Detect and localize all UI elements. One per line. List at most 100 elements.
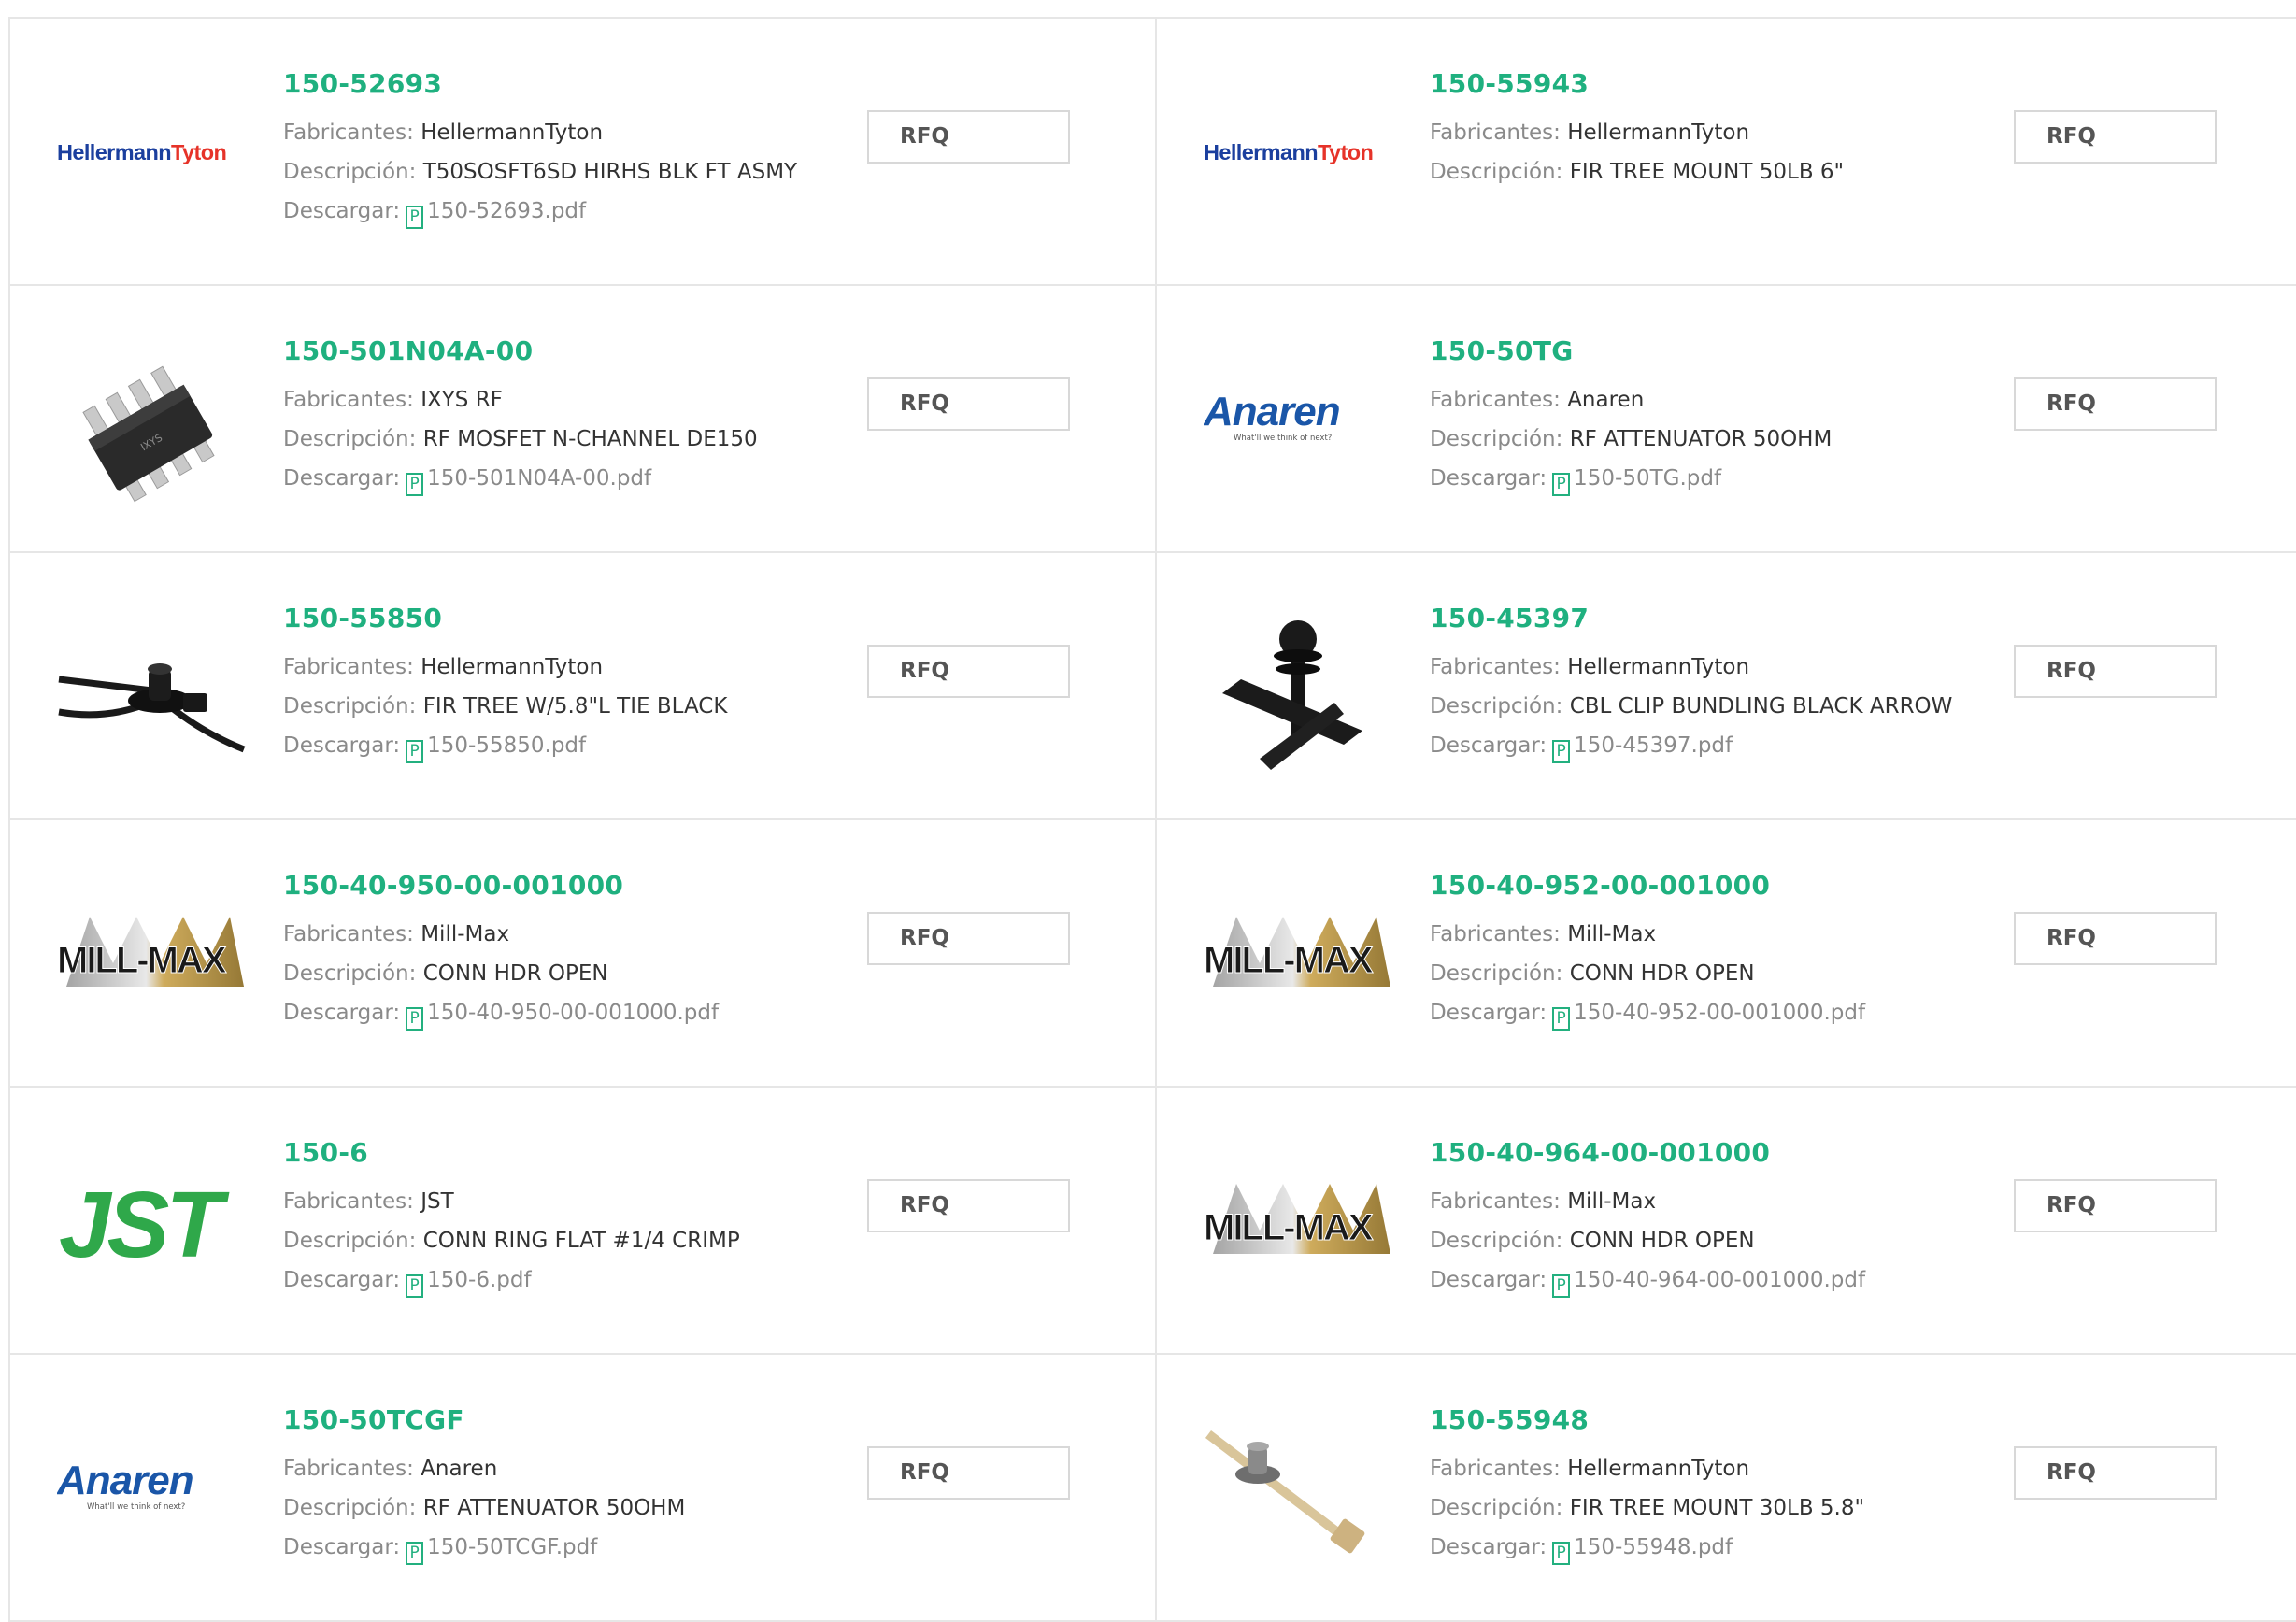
mill-max-logo: MILL-MAX [1204, 916, 1390, 987]
manufacturer-row: Fabricantes: HellermannTyton [1430, 647, 2009, 687]
datasheet-link[interactable]: 150-55850.pdf [427, 733, 586, 758]
product-image[interactable] [1204, 590, 1395, 782]
description-row: Descripción: FIR TREE MOUNT 30LB 5.8" [1430, 1488, 2009, 1528]
product-image[interactable] [57, 590, 249, 782]
part-number-link[interactable]: 150-501N04A-00 [283, 333, 863, 370]
download-label: Descargar: [283, 1268, 401, 1292]
description-value: CONN HDR OPEN [422, 961, 608, 986]
product-card: 150-55948 Fabricantes: HellermannTyton D… [1157, 1355, 2296, 1622]
part-number-link[interactable]: 150-40-952-00-001000 [1430, 867, 2009, 904]
datasheet-link[interactable]: 150-45397.pdf [1574, 733, 1733, 758]
svg-text:What'll we think of next?: What'll we think of next? [1234, 434, 1332, 443]
description-row: Descripción: CONN HDR OPEN [1430, 954, 2009, 993]
rfq-button[interactable]: RFQ [867, 1446, 1070, 1500]
pdf-icon[interactable]: P [1552, 740, 1571, 763]
datasheet-link[interactable]: 150-52693.pdf [427, 199, 586, 223]
rfq-button[interactable]: RFQ [2014, 645, 2217, 698]
hellermanntyton-logo: HellermannTyton [1204, 140, 1374, 164]
pdf-icon[interactable]: P [406, 1274, 424, 1298]
description-value: RF MOSFET N-CHANNEL DE150 [422, 427, 758, 451]
product-grid: HellermannTyton 150-52693 Fabricantes: H… [8, 17, 2296, 1622]
part-number-link[interactable]: 150-6 [283, 1134, 863, 1172]
datasheet-link[interactable]: 150-40-952-00-001000.pdf [1574, 1001, 1865, 1025]
manufacturer-label: Fabricantes: [1430, 922, 1561, 946]
product-image[interactable]: MILL-MAX [57, 858, 249, 1049]
product-image[interactable]: MILL-MAX [1204, 858, 1395, 1049]
pdf-icon[interactable]: P [406, 206, 424, 229]
datasheet-link[interactable]: 150-50TCGF.pdf [427, 1535, 597, 1559]
pdf-icon[interactable]: P [1552, 1542, 1571, 1565]
datasheet-link[interactable]: 150-50TG.pdf [1574, 466, 1721, 491]
description-value: RF ATTENUATOR 50OHM [422, 1496, 686, 1520]
manufacturer-value: HellermannTyton [421, 121, 604, 145]
part-number-link[interactable]: 150-55943 [1430, 65, 2009, 103]
rfq-button[interactable]: RFQ [867, 912, 1070, 965]
pdf-icon[interactable]: P [1552, 1274, 1571, 1298]
description-value: FIR TREE W/5.8"L TIE BLACK [422, 694, 728, 719]
manufacturer-value: Anaren [421, 1457, 498, 1481]
manufacturer-label: Fabricantes: [1430, 1457, 1561, 1481]
pdf-icon[interactable]: P [1552, 473, 1571, 496]
manufacturer-row: Fabricantes: HellermannTyton [1430, 113, 2009, 152]
pdf-icon[interactable]: P [406, 473, 424, 496]
download-row: Descargar: P 150-40-964-00-001000.pdf [1430, 1260, 2009, 1300]
pdf-icon[interactable]: P [406, 1542, 424, 1565]
manufacturer-row: Fabricantes: Anaren [1430, 380, 2009, 420]
part-number-link[interactable]: 150-50TCGF [283, 1401, 863, 1439]
product-image[interactable]: MILL-MAX [1204, 1125, 1395, 1316]
datasheet-link[interactable]: 150-501N04A-00.pdf [427, 466, 651, 491]
download-row: Descargar: P 150-501N04A-00.pdf [283, 459, 863, 498]
description-value: FIR TREE MOUNT 30LB 5.8" [1569, 1496, 1865, 1520]
part-number-link[interactable]: 150-40-964-00-001000 [1430, 1134, 2009, 1172]
description-label: Descripción: [283, 1496, 417, 1520]
datasheet-link[interactable]: 150-40-950-00-001000.pdf [427, 1001, 719, 1025]
rfq-button[interactable]: RFQ [867, 645, 1070, 698]
manufacturer-value: HellermannTyton [1567, 121, 1750, 145]
pdf-icon[interactable]: P [406, 1007, 424, 1031]
rfq-button[interactable]: RFQ [867, 377, 1070, 431]
datasheet-link[interactable]: 150-55948.pdf [1574, 1535, 1733, 1559]
rfq-button[interactable]: RFQ [2014, 1446, 2217, 1500]
part-number-link[interactable]: 150-45397 [1430, 600, 2009, 637]
product-card: JST 150-6 Fabricantes: JST Descripción: … [10, 1088, 1157, 1355]
part-number-link[interactable]: 150-55948 [1430, 1401, 2009, 1439]
description-row: Descripción: CBL CLIP BUNDLING BLACK ARR… [1430, 687, 2009, 726]
description-value: FIR TREE MOUNT 50LB 6" [1569, 160, 1845, 184]
manufacturer-label: Fabricantes: [1430, 121, 1561, 145]
rfq-button[interactable]: RFQ [2014, 912, 2217, 965]
manufacturer-value: IXYS RF [421, 388, 503, 412]
part-number-link[interactable]: 150-55850 [283, 600, 863, 637]
product-image[interactable]: HellermannTyton [57, 56, 249, 248]
rfq-button[interactable]: RFQ [2014, 110, 2217, 164]
mosfet-photo: IXYS [57, 323, 249, 515]
datasheet-link[interactable]: 150-40-964-00-001000.pdf [1574, 1268, 1865, 1292]
rfq-button[interactable]: RFQ [867, 1179, 1070, 1232]
product-image[interactable] [1204, 1392, 1395, 1584]
download-label: Descargar: [1430, 1535, 1547, 1559]
rfq-button[interactable]: RFQ [2014, 377, 2217, 431]
pdf-icon[interactable]: P [406, 740, 424, 763]
manufacturer-label: Fabricantes: [283, 1189, 414, 1214]
part-number-link[interactable]: 150-52693 [283, 65, 863, 103]
product-image[interactable]: IXYS [57, 323, 249, 515]
cable-clip-photo [1204, 590, 1395, 782]
pdf-icon[interactable]: P [1552, 1007, 1571, 1031]
product-image[interactable]: Anaren What'll we think of next? [1204, 323, 1395, 515]
download-label: Descargar: [283, 1535, 401, 1559]
manufacturer-row: Fabricantes: IXYS RF [283, 380, 863, 420]
manufacturer-value: HellermannTyton [1567, 1457, 1750, 1481]
download-label: Descargar: [1430, 1268, 1547, 1292]
product-image[interactable]: Anaren What'll we think of next? [57, 1392, 249, 1584]
rfq-button[interactable]: RFQ [867, 110, 1070, 164]
description-value: CONN HDR OPEN [1569, 961, 1755, 986]
description-row: Descripción: CONN HDR OPEN [1430, 1221, 2009, 1260]
product-image[interactable]: HellermannTyton [1204, 56, 1395, 248]
part-number-link[interactable]: 150-50TG [1430, 333, 2009, 370]
product-card: Anaren What'll we think of next? 150-50T… [10, 1355, 1157, 1622]
part-number-link[interactable]: 150-40-950-00-001000 [283, 867, 863, 904]
product-card: HellermannTyton 150-52693 Fabricantes: H… [10, 19, 1157, 286]
product-image[interactable]: JST [57, 1125, 249, 1316]
datasheet-link[interactable]: 150-6.pdf [427, 1268, 531, 1292]
svg-text:MILL-MAX: MILL-MAX [1204, 1207, 1374, 1248]
rfq-button[interactable]: RFQ [2014, 1179, 2217, 1232]
